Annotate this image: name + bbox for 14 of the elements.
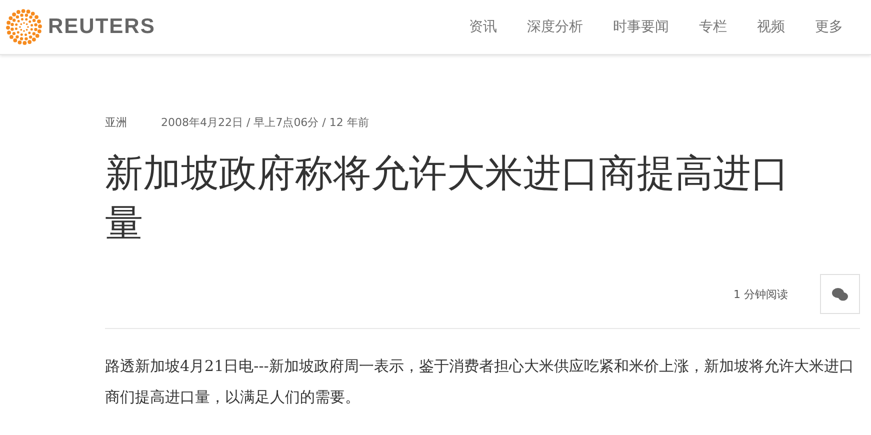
nav-link[interactable]: 时事要闻 (613, 18, 669, 36)
nav-link[interactable]: 专栏 (699, 18, 727, 36)
logo-text[interactable]: REUTERS (48, 15, 156, 39)
share-button[interactable] (820, 274, 860, 314)
headline: 新加坡政府称将允许大米进口商提高进口量 (105, 150, 790, 247)
section-link[interactable]: 亚洲 (105, 115, 127, 130)
nav-link[interactable]: 资讯 (469, 18, 497, 36)
nav-link[interactable]: 更多 (815, 18, 843, 36)
article-paragraph: 路透新加坡4月21日电---新加坡政府周一表示，鉴于消费者担心大米供应吃紧和米价上涨，新加坡将允许大米进口商们提高进口量，以满足人们的需要。 (105, 356, 855, 408)
read-time: 1 分钟阅读 (734, 286, 788, 302)
nav-link[interactable]: 视频 (757, 18, 785, 36)
nav-link[interactable]: 深度分析 (527, 18, 583, 36)
dateline: 2008年4月22日 / 早上7点06分 / 12 年前 (161, 115, 369, 130)
chat-bubbles-icon (832, 288, 848, 300)
